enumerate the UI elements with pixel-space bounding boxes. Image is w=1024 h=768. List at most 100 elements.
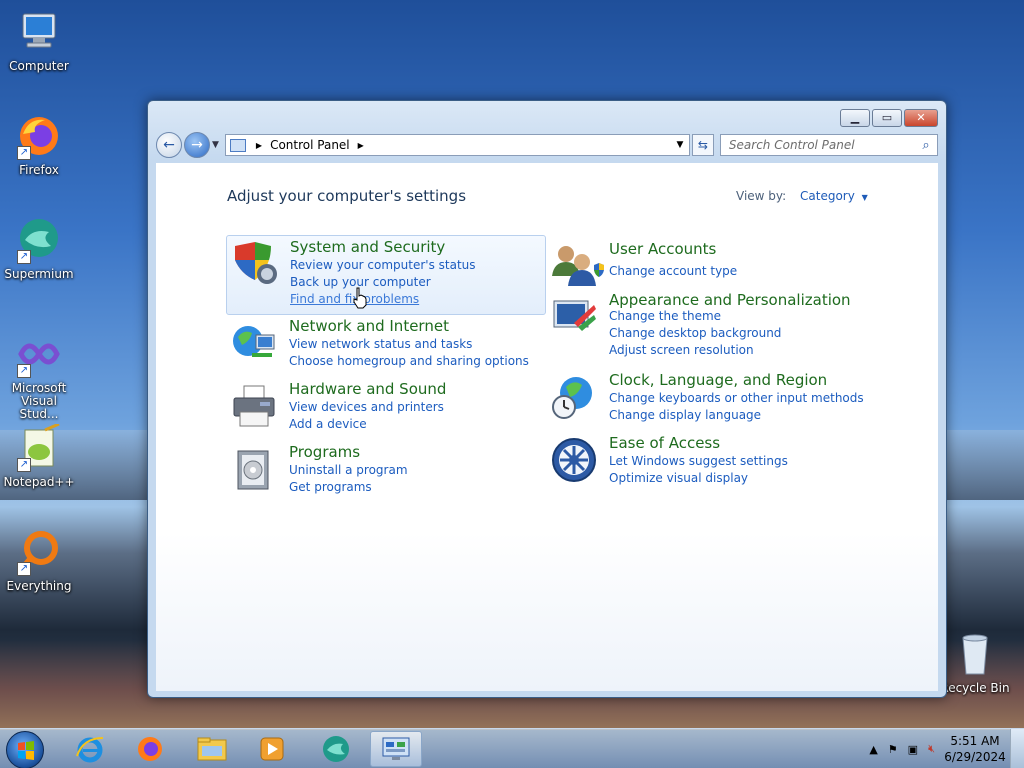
taskbar-media-player[interactable] <box>246 731 298 767</box>
view-by: View by: Category ▼ <box>736 189 868 203</box>
search-box[interactable]: ⌕ <box>719 134 938 156</box>
appearance-icon <box>550 293 598 341</box>
link-windows-suggest[interactable]: Let Windows suggest settings <box>609 454 788 468</box>
address-dropdown-icon[interactable]: ▼ <box>671 140 689 150</box>
start-button[interactable] <box>6 731 44 768</box>
category-title[interactable]: Ease of Access <box>609 434 720 452</box>
close-button[interactable]: ✕ <box>904 109 938 127</box>
category-clock-language[interactable]: Clock, Language, and Region Change keybo… <box>546 369 866 425</box>
show-hidden-icons-chevron[interactable]: ▲ <box>869 743 877 756</box>
desktop-icon-supermium[interactable]: ↗ Supermium <box>0 216 78 281</box>
desktop-icon-label: Recycle Bin <box>940 681 1010 695</box>
computer-icon <box>15 8 63 56</box>
breadcrumb-control-panel[interactable]: Control Panel <box>270 138 350 152</box>
refresh-button[interactable]: ⇆ <box>691 134 714 156</box>
back-button[interactable]: ← <box>156 132 182 158</box>
desktop-icon-everything[interactable]: ↗ Everything <box>0 528 78 593</box>
search-icon[interactable]: ⌕ <box>915 138 937 153</box>
control-panel-content: Adjust your computer's settings View by:… <box>156 163 938 691</box>
recycle-bin-icon <box>951 630 999 678</box>
taskbar-supermium[interactable] <box>310 731 362 767</box>
desktop-icon-firefox[interactable]: ↗ Firefox <box>0 112 78 177</box>
breadcrumb-chevron-icon[interactable]: ▶ <box>256 141 262 150</box>
link-review-status[interactable]: Review your computer's status <box>290 258 476 272</box>
desktop-icon-visual-studio[interactable]: ↗ Microsoft Visual Stud... <box>0 330 78 421</box>
address-bar[interactable]: ▶ Control Panel ▶ ▼ <box>224 134 690 156</box>
firefox-icon <box>138 737 162 761</box>
desktop-icon-label: Firefox <box>19 163 59 177</box>
action-center-flag-icon[interactable]: ⚑ <box>888 743 898 756</box>
notepadpp-icon: ↗ <box>15 422 63 472</box>
clock-time: 5:51 AM <box>950 734 1000 748</box>
category-programs[interactable]: Programs Uninstall a program Get program… <box>226 441 546 497</box>
maximize-button[interactable]: ▭ <box>872 109 902 127</box>
link-devices-printers[interactable]: View devices and printers <box>289 400 444 414</box>
volume-muted-icon[interactable]: 🔇︎ <box>928 742 935 756</box>
taskbar-firefox[interactable] <box>124 731 176 767</box>
media-player-icon <box>260 737 284 761</box>
forward-button[interactable]: → <box>184 132 210 158</box>
category-hardware-sound[interactable]: Hardware and Sound View devices and prin… <box>226 378 546 434</box>
category-network-internet[interactable]: Network and Internet View network status… <box>226 315 546 371</box>
link-network-status[interactable]: View network status and tasks <box>289 337 472 351</box>
category-appearance[interactable]: Appearance and Personalization Change th… <box>546 289 866 359</box>
shortcut-arrow-icon: ↗ <box>17 146 31 160</box>
desktop-icon-label: Supermium <box>4 267 74 281</box>
history-dropdown-icon[interactable]: ▼ <box>212 140 219 150</box>
category-title[interactable]: Network and Internet <box>289 317 449 335</box>
desktop-icon-recycle-bin[interactable]: Recycle Bin <box>936 630 1014 695</box>
link-uninstall-program[interactable]: Uninstall a program <box>289 463 408 477</box>
view-by-dropdown[interactable]: Category <box>800 189 855 203</box>
windows-logo-icon <box>18 741 34 760</box>
everything-icon: ↗ <box>15 528 63 576</box>
taskbar: ▲ ⚑ ▣ 🔇︎ 5:51 AM 6/29/2024 <box>0 728 1024 768</box>
clock-date: 6/29/2024 <box>944 750 1006 764</box>
link-change-theme[interactable]: Change the theme <box>609 309 721 323</box>
breadcrumb-chevron-icon[interactable]: ▶ <box>358 141 364 150</box>
desktop-icon-computer[interactable]: Computer <box>0 8 78 73</box>
link-change-keyboards[interactable]: Change keyboards or other input methods <box>609 391 864 405</box>
category-title[interactable]: Clock, Language, and Region <box>609 371 827 389</box>
clock-globe-icon <box>550 373 598 421</box>
link-display-language[interactable]: Change display language <box>609 408 761 422</box>
link-homegroup-sharing[interactable]: Choose homegroup and sharing options <box>289 354 529 368</box>
link-screen-resolution[interactable]: Adjust screen resolution <box>609 343 754 357</box>
shortcut-arrow-icon: ↗ <box>17 458 31 472</box>
link-get-programs[interactable]: Get programs <box>289 480 372 494</box>
category-system-security[interactable]: System and Security Review your computer… <box>226 235 546 315</box>
category-title[interactable]: Programs <box>289 443 360 461</box>
clock[interactable]: 5:51 AM 6/29/2024 <box>940 733 1010 765</box>
shortcut-arrow-icon: ↗ <box>17 364 31 378</box>
taskbar-control-panel[interactable] <box>370 731 422 767</box>
supermium-icon: ↗ <box>15 216 63 264</box>
firefox-icon: ↗ <box>15 112 63 160</box>
category-title[interactable]: Hardware and Sound <box>289 380 446 398</box>
desktop-icon-notepadpp[interactable]: ↗ Notepad++ <box>0 422 78 489</box>
taskbar-file-explorer[interactable] <box>186 731 238 767</box>
shortcut-arrow-icon: ↗ <box>17 562 31 576</box>
desktop-icon-label: Computer <box>9 59 69 73</box>
user-accounts-icon <box>550 242 598 290</box>
category-title[interactable]: User Accounts <box>609 240 716 258</box>
link-desktop-background[interactable]: Change desktop background <box>609 326 781 340</box>
chevron-down-icon[interactable]: ▼ <box>862 193 868 202</box>
link-add-device[interactable]: Add a device <box>289 417 367 431</box>
category-title[interactable]: Appearance and Personalization <box>609 291 851 309</box>
page-title: Adjust your computer's settings <box>227 187 467 205</box>
link-label[interactable]: Change account type <box>609 264 737 278</box>
search-input[interactable] <box>728 138 915 152</box>
link-change-account-type[interactable]: Change account type <box>593 263 737 278</box>
window-caption-buttons: ▁ ▭ ✕ <box>840 109 938 127</box>
taskbar-internet-explorer[interactable] <box>64 731 116 767</box>
file-explorer-icon <box>197 737 227 761</box>
uac-shield-icon <box>594 263 604 277</box>
category-user-accounts[interactable]: User Accounts Change account type <box>546 238 866 286</box>
programs-icon <box>230 445 278 493</box>
desktop-icon-label: Microsoft Visual Stud... <box>11 381 67 421</box>
link-optimize-visual[interactable]: Optimize visual display <box>609 471 748 485</box>
minimize-button[interactable]: ▁ <box>840 109 870 127</box>
category-title[interactable]: System and Security <box>290 238 445 256</box>
category-ease-of-access[interactable]: Ease of Access Let Windows suggest setti… <box>546 432 866 488</box>
network-icon[interactable]: ▣ <box>908 743 918 756</box>
show-desktop-button[interactable] <box>1010 729 1024 768</box>
